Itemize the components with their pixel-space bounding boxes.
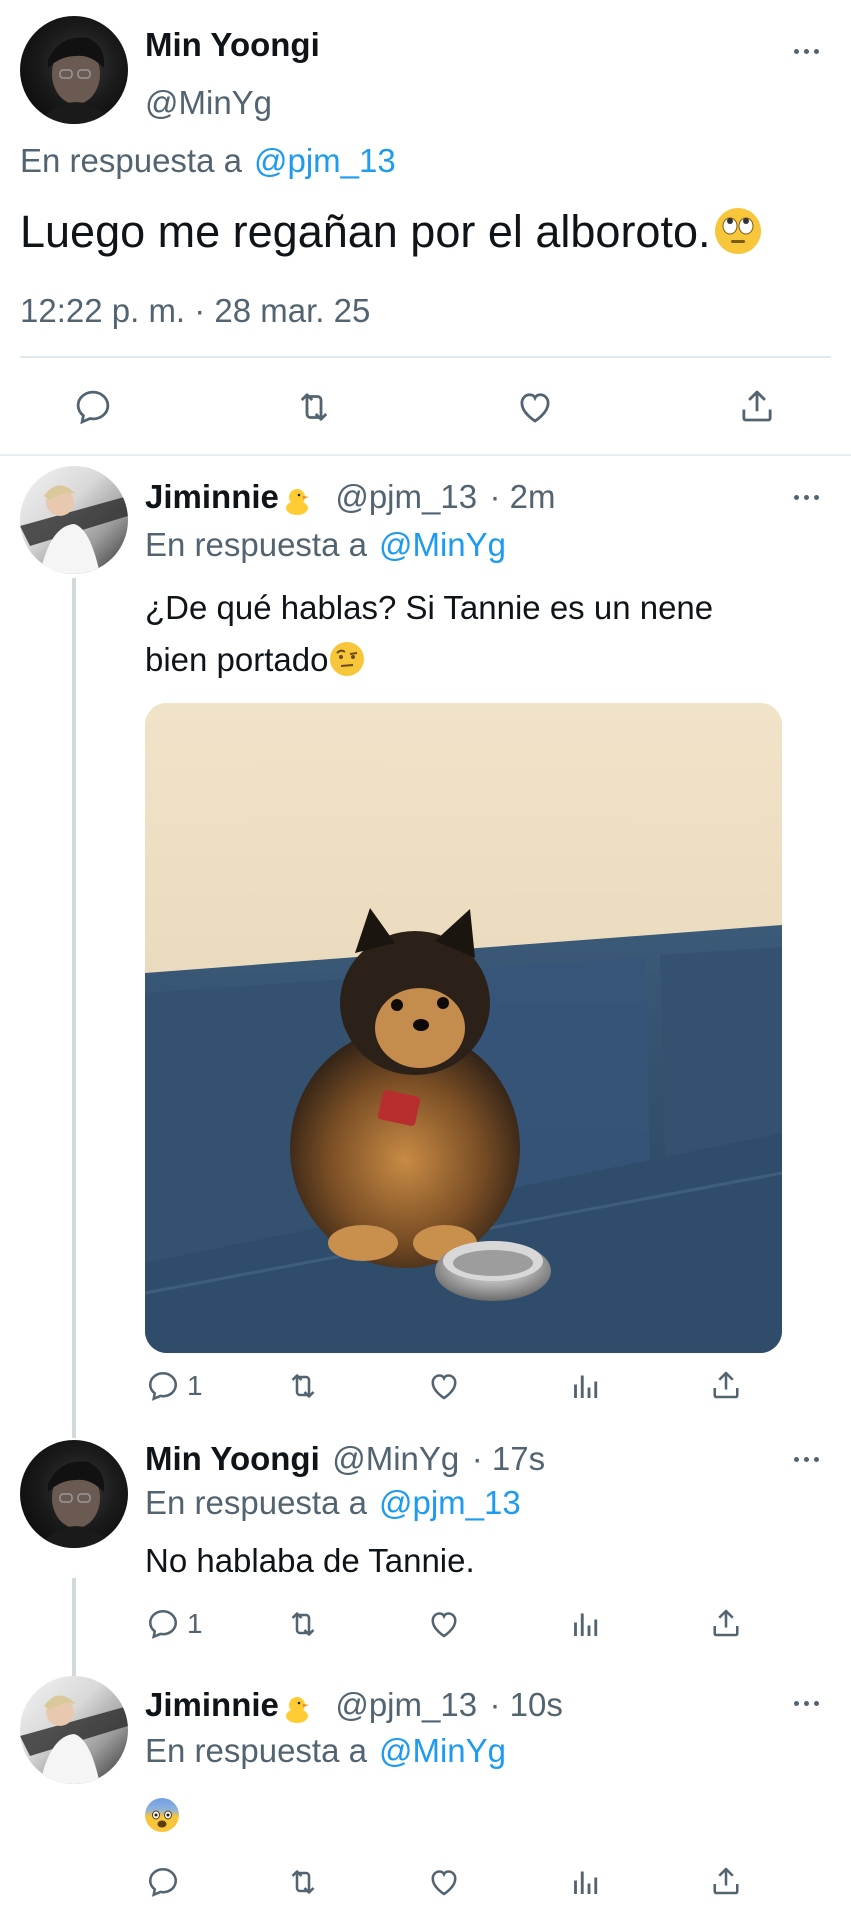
analytics-button[interactable] xyxy=(568,1368,604,1404)
retweet-button[interactable] xyxy=(284,1864,322,1900)
author-handle[interactable]: @pjm_13 xyxy=(335,1686,477,1723)
tweet-text: No hablaba de Tannie. xyxy=(145,1542,475,1579)
reply-prefix: En respuesta a xyxy=(145,1484,367,1521)
retweet-icon xyxy=(300,393,328,421)
reply-to-link[interactable]: @MinYg xyxy=(379,1732,506,1769)
retweet-icon xyxy=(291,1870,315,1894)
heart-icon xyxy=(431,1374,457,1400)
author-name[interactable]: Min Yoongi xyxy=(145,1440,320,1477)
tweet-photo[interactable] xyxy=(145,703,782,1353)
reply-to-link[interactable]: @pjm_13 xyxy=(379,1484,521,1521)
share-button[interactable] xyxy=(708,1604,744,1642)
reply-context: En respuesta a @pjm_13 xyxy=(20,142,396,180)
retweet-button[interactable] xyxy=(292,386,336,428)
chick-emoji xyxy=(281,1692,313,1724)
analytics-button[interactable] xyxy=(568,1864,604,1900)
analytics-icon xyxy=(574,1871,598,1894)
tweet-text xyxy=(145,1798,179,1832)
reply-context: En respuesta a @MinYg xyxy=(145,526,506,564)
avatar[interactable] xyxy=(20,1676,128,1784)
share-button[interactable] xyxy=(708,1366,744,1404)
reply-button[interactable]: 1 xyxy=(145,1606,203,1642)
avatar[interactable] xyxy=(20,1440,128,1548)
reply-button[interactable]: 1 xyxy=(145,1368,203,1404)
fearful-face-emoji xyxy=(145,1798,179,1832)
like-button[interactable] xyxy=(426,1606,462,1642)
reply-icon xyxy=(148,1609,178,1639)
like-button[interactable] xyxy=(426,1368,462,1404)
post-time[interactable]: · 17s xyxy=(472,1440,545,1477)
retweet-icon xyxy=(291,1374,315,1398)
reply-icon xyxy=(76,390,110,425)
reply-icon xyxy=(148,1371,178,1401)
tweet-text-line: bien portado xyxy=(145,634,713,686)
more-options-icon[interactable] xyxy=(794,46,824,56)
avatar[interactable] xyxy=(20,466,128,574)
section-divider xyxy=(0,454,851,456)
reply-header: Jiminnie @pjm_13 · 2m xyxy=(145,478,556,520)
reply-to-link[interactable]: @pjm_13 xyxy=(254,142,396,179)
author-handle[interactable]: @pjm_13 xyxy=(335,478,477,515)
retweet-button[interactable] xyxy=(284,1368,322,1404)
heart-icon xyxy=(520,393,550,423)
reply-icon xyxy=(148,1867,178,1897)
share-icon xyxy=(713,1371,739,1399)
heart-icon xyxy=(431,1612,457,1638)
chick-emoji xyxy=(281,484,313,516)
author-name[interactable]: Jiminnie xyxy=(145,1686,279,1723)
share-icon xyxy=(713,1867,739,1895)
reply-button[interactable] xyxy=(72,386,114,428)
tweet-text: Luego me regañan por el alboroto. xyxy=(20,206,761,258)
timestamp[interactable]: 12:22 p. m. · 28 mar. 25 xyxy=(20,292,370,330)
analytics-icon xyxy=(574,1613,598,1636)
reply-context: En respuesta a @pjm_13 xyxy=(145,1484,521,1522)
reply-button[interactable] xyxy=(145,1864,181,1900)
reply-prefix: En respuesta a xyxy=(145,1732,367,1769)
reply-prefix: En respuesta a xyxy=(20,142,242,179)
tweet-text-line: ¿De qué hablas? Si Tannie es un nene xyxy=(145,589,714,626)
more-options-icon[interactable] xyxy=(794,1454,824,1464)
reply-count: 1 xyxy=(187,1608,203,1639)
reply-header: Jiminnie @pjm_13 · 10s xyxy=(145,1686,563,1728)
rolling-eyes-emoji xyxy=(714,208,761,255)
stats-divider xyxy=(20,356,831,358)
share-icon xyxy=(713,1609,739,1637)
author-handle[interactable]: @MinYg xyxy=(332,1440,459,1477)
more-options-icon[interactable] xyxy=(794,492,824,502)
reply-to-link[interactable]: @MinYg xyxy=(379,526,506,563)
tweet-text-line-2: bien portado xyxy=(145,641,329,678)
tweet-text: ¿De qué hablas? Si Tannie es un nene bie… xyxy=(145,582,713,686)
reply-context: En respuesta a @MinYg xyxy=(145,1732,506,1770)
analytics-icon xyxy=(574,1375,598,1398)
tweet-text-body: Luego me regañan por el alboroto. xyxy=(20,206,711,257)
thread-line xyxy=(72,578,76,1438)
post-time[interactable]: · 10s xyxy=(490,1686,563,1723)
retweet-button[interactable] xyxy=(284,1606,322,1642)
like-button[interactable] xyxy=(514,386,556,428)
share-button[interactable] xyxy=(708,1862,744,1900)
raised-eyebrow-emoji xyxy=(330,642,365,677)
more-options-icon[interactable] xyxy=(794,1698,824,1708)
reply-count: 1 xyxy=(187,1370,203,1401)
reply-prefix: En respuesta a xyxy=(145,526,367,563)
reply-header: Min Yoongi @MinYg · 17s xyxy=(145,1440,545,1478)
like-button[interactable] xyxy=(426,1864,462,1900)
share-icon xyxy=(742,390,772,422)
retweet-icon xyxy=(291,1612,315,1636)
thread-line xyxy=(72,1578,76,1678)
analytics-button[interactable] xyxy=(568,1606,604,1642)
author-name[interactable]: Jiminnie xyxy=(145,478,279,515)
share-button[interactable] xyxy=(736,384,778,428)
author-name[interactable]: Min Yoongi xyxy=(145,26,320,64)
heart-icon xyxy=(431,1870,457,1896)
author-handle[interactable]: @MinYg xyxy=(145,84,272,122)
avatar[interactable] xyxy=(20,16,128,124)
post-time[interactable]: · 2m xyxy=(490,478,556,515)
